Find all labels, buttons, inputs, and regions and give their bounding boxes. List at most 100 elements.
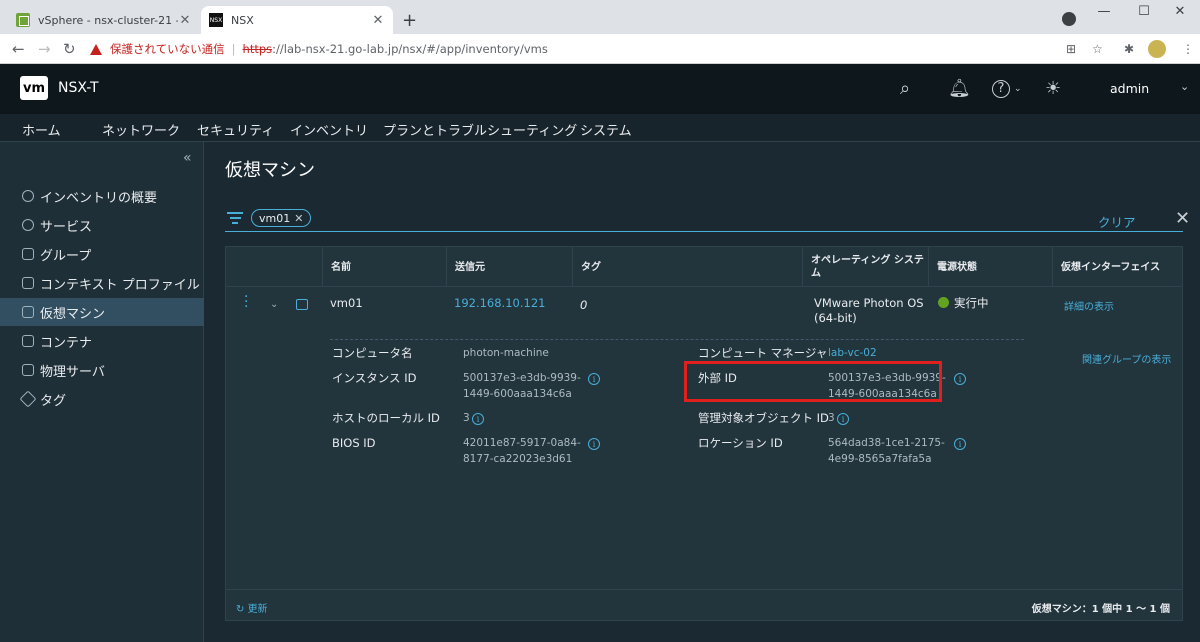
column-header-vif[interactable]: 仮想インターフェイス <box>1052 247 1182 287</box>
browser-tab-nsx[interactable]: NSX NSX ✕ <box>201 6 393 34</box>
nav-system[interactable]: システム <box>580 120 632 144</box>
info-icon[interactable]: i <box>588 438 600 450</box>
top-navigation: ホーム ネットワーク セキュリティ インベントリ プランとトラブルシューティング… <box>0 114 1200 146</box>
column-header-source[interactable]: 送信元 <box>446 247 572 287</box>
sidebar: « インベントリの概要 サービス グループ コンテキスト プロファイル 仮想マシ… <box>0 142 204 642</box>
nav-plan-troubleshoot[interactable]: プランとトラブルシューティング <box>383 120 577 144</box>
forward-icon[interactable]: → <box>38 40 51 58</box>
profile-avatar[interactable] <box>1148 40 1166 58</box>
extensions-icon[interactable]: ✱ <box>1124 42 1134 56</box>
detail-value-bios-id-1: 42011e87-5917-0a84- <box>463 437 581 449</box>
nav-home[interactable]: ホーム <box>22 120 61 144</box>
detail-label-instance-id: インスタンス ID <box>332 371 417 385</box>
vm-os-line2: (64-bit) <box>814 311 857 325</box>
row-actions-icon[interactable]: · · · <box>244 290 248 314</box>
product-name: NSX-T <box>58 80 99 96</box>
detail-value-instance-id-1: 500137e3-e3db-9939- <box>463 372 581 384</box>
sidebar-item-tags[interactable]: タグ <box>0 385 204 413</box>
detail-value-host-local-id: 3 <box>463 412 470 424</box>
sidebar-item-inventory-overview[interactable]: インベントリの概要 <box>0 182 204 210</box>
close-tab-icon[interactable]: ✕ <box>178 13 192 28</box>
tag-icon <box>19 390 37 408</box>
column-header-tags[interactable]: タグ <box>572 247 802 287</box>
grid-footer: ↻ 更新 仮想マシン：1 個中 1 ～ 1 個 <box>226 589 1182 621</box>
grid-header: 名前 送信元 タグ オペレーティング システム 電源状態 仮想インターフェイス <box>226 247 1182 287</box>
info-icon[interactable]: i <box>954 438 966 450</box>
vm-name: vm01 <box>330 296 363 310</box>
detail-label-host-local-id: ホストのローカル ID <box>332 411 440 425</box>
info-icon[interactable]: i <box>954 373 966 385</box>
url-path: ://lab-nsx-21.go-lab.jp/nsx/#/app/invent… <box>272 42 548 56</box>
container-icon <box>22 335 34 347</box>
compute-manager-link[interactable]: lab-vc-02 <box>828 346 877 361</box>
help-icon[interactable]: ? <box>992 80 1010 98</box>
vm-tag-count[interactable]: 0 <box>580 298 587 313</box>
dashboard-icon <box>22 190 34 202</box>
clear-filter-button[interactable]: クリア <box>1098 212 1136 231</box>
browser-menu-icon[interactable]: ⋮ <box>1182 42 1194 56</box>
sidebar-item-services[interactable]: サービス <box>0 211 204 239</box>
detail-value-location-id-1: 564dad38-1ce1-2175- <box>828 437 945 449</box>
detail-label-managed-object-id: 管理対象オブジェクト ID <box>698 411 829 425</box>
sidebar-item-label: サービス <box>40 219 93 235</box>
bell-icon[interactable]: 🔔︎ <box>948 78 971 99</box>
browser-tabstrip: vSphere - nsx-cluster-21 - 仮想マ ✕ NSX NSX… <box>0 0 1200 34</box>
bookmark-star-icon[interactable]: ☆ <box>1092 42 1103 56</box>
column-header-os[interactable]: オペレーティング システム <box>802 247 928 287</box>
vsphere-favicon-icon <box>16 13 30 27</box>
column-header-power[interactable]: 電源状態 <box>928 247 1052 287</box>
sidebar-item-physical-servers[interactable]: 物理サーバ <box>0 356 204 384</box>
view-details-link[interactable]: 詳細の表示 <box>1064 300 1114 315</box>
sidebar-item-groups[interactable]: グループ <box>0 240 204 268</box>
vm-datagrid: 名前 送信元 タグ オペレーティング システム 電源状態 仮想インターフェイス … <box>225 246 1183 621</box>
filter-icon[interactable] <box>227 212 243 224</box>
remove-filter-icon[interactable]: ✕ <box>294 212 303 225</box>
nav-network[interactable]: ネットワーク <box>102 120 180 144</box>
minimize-icon[interactable]: — <box>1082 4 1126 19</box>
info-icon[interactable]: i <box>588 373 600 385</box>
close-filter-icon[interactable]: ✕ <box>1175 208 1190 229</box>
tab-search-icon[interactable] <box>1062 12 1076 26</box>
refresh-button[interactable]: ↻ 更新 <box>236 600 268 615</box>
vmware-logo: vm <box>20 76 48 100</box>
filter-chip-label: vm01 <box>259 211 291 225</box>
window-close-icon[interactable]: ✕ <box>1158 4 1200 19</box>
address-bar: ← → ↻ 保護されていない通信 | https ://lab-nsx-21.g… <box>0 34 1200 64</box>
close-tab-icon[interactable]: ✕ <box>371 13 385 28</box>
sidebar-item-label: インベントリの概要 <box>40 190 158 206</box>
info-icon[interactable]: i <box>472 413 484 425</box>
vm-icon <box>296 299 308 310</box>
vm-os-line1: VMware Photon OS <box>814 296 924 310</box>
search-icon[interactable]: ⌕ <box>900 78 910 99</box>
url-field[interactable]: 保護されていない通信 | https ://lab-nsx-21.go-lab.… <box>90 38 1060 60</box>
sidebar-item-virtual-machines[interactable]: 仮想マシン <box>0 298 204 326</box>
detail-label-bios-id: BIOS ID <box>332 436 376 450</box>
browser-tab-vsphere[interactable]: vSphere - nsx-cluster-21 - 仮想マ ✕ <box>8 6 200 34</box>
info-icon[interactable]: i <box>837 413 849 425</box>
chevron-down-icon: ⌄ <box>1180 80 1190 93</box>
related-groups-link[interactable]: 関連グループの表示 <box>1082 353 1171 368</box>
column-header-name[interactable]: 名前 <box>322 247 446 287</box>
collapse-sidebar-icon[interactable]: « <box>183 150 192 166</box>
filter-chip[interactable]: vm01 ✕ <box>251 209 312 227</box>
sidebar-item-label: コンテキスト プロファイル <box>40 277 200 293</box>
sidebar-item-label: コンテナ <box>40 335 93 351</box>
nav-security[interactable]: セキュリティ <box>197 120 274 144</box>
app-header: vm NSX-T ⌕ 🔔︎ ? ⌄ ☀ admin ⌄ <box>0 64 1200 114</box>
new-tab-button[interactable]: + <box>402 10 417 31</box>
back-icon[interactable]: ← <box>12 40 25 58</box>
theme-sun-icon[interactable]: ☀ <box>1045 78 1061 99</box>
detail-value-instance-id-2: 1449-600aaa134c6a <box>463 388 572 400</box>
page-title: 仮想マシン <box>225 160 315 181</box>
main-content: 仮想マシン vm01 ✕ クリア ✕ 名前 送信元 タグ オペレーティング シス… <box>205 142 1200 642</box>
row-expand-chevron-icon[interactable]: ⌄ <box>270 299 278 310</box>
user-menu[interactable]: admin <box>1110 81 1149 96</box>
sidebar-item-label: タグ <box>40 393 67 409</box>
running-status-icon <box>938 297 949 308</box>
filter-bar[interactable]: vm01 ✕ クリア ✕ <box>225 208 1190 232</box>
translate-icon[interactable]: ⊞ <box>1066 42 1076 56</box>
sidebar-item-containers[interactable]: コンテナ <box>0 327 204 355</box>
reload-icon[interactable]: ↻ <box>63 40 76 58</box>
sidebar-item-context-profiles[interactable]: コンテキスト プロファイル <box>0 269 204 297</box>
vm-source-link[interactable]: 192.168.10.121 <box>454 296 545 311</box>
